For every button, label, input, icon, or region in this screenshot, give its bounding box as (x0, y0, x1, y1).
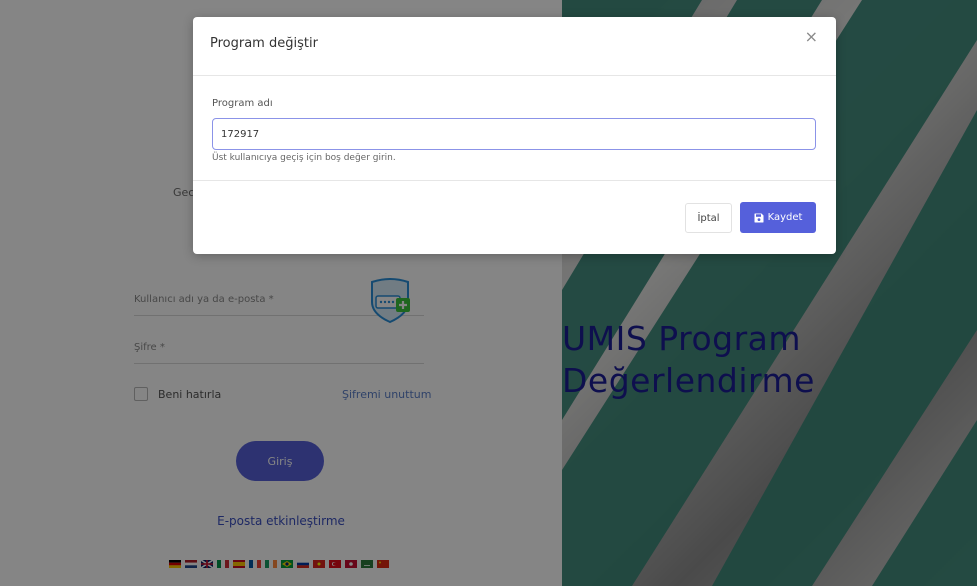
save-button-label: Kaydet (767, 212, 803, 223)
program-name-hint: Üst kullanıcıya geçiş için boş değer gir… (212, 153, 396, 163)
program-name-label: Program adı (212, 98, 273, 109)
dialog-header: Program değiştir × (193, 17, 836, 76)
close-icon[interactable]: × (805, 29, 818, 45)
save-button[interactable]: Kaydet (740, 202, 816, 233)
dialog-footer: İptal Kaydet (193, 180, 836, 254)
change-program-dialog: Program değiştir × Program adı Üst kulla… (193, 17, 836, 254)
save-icon (754, 213, 764, 222)
dialog-title: Program değiştir (210, 36, 318, 51)
program-name-input[interactable] (212, 118, 816, 150)
cancel-button[interactable]: İptal (685, 203, 732, 233)
